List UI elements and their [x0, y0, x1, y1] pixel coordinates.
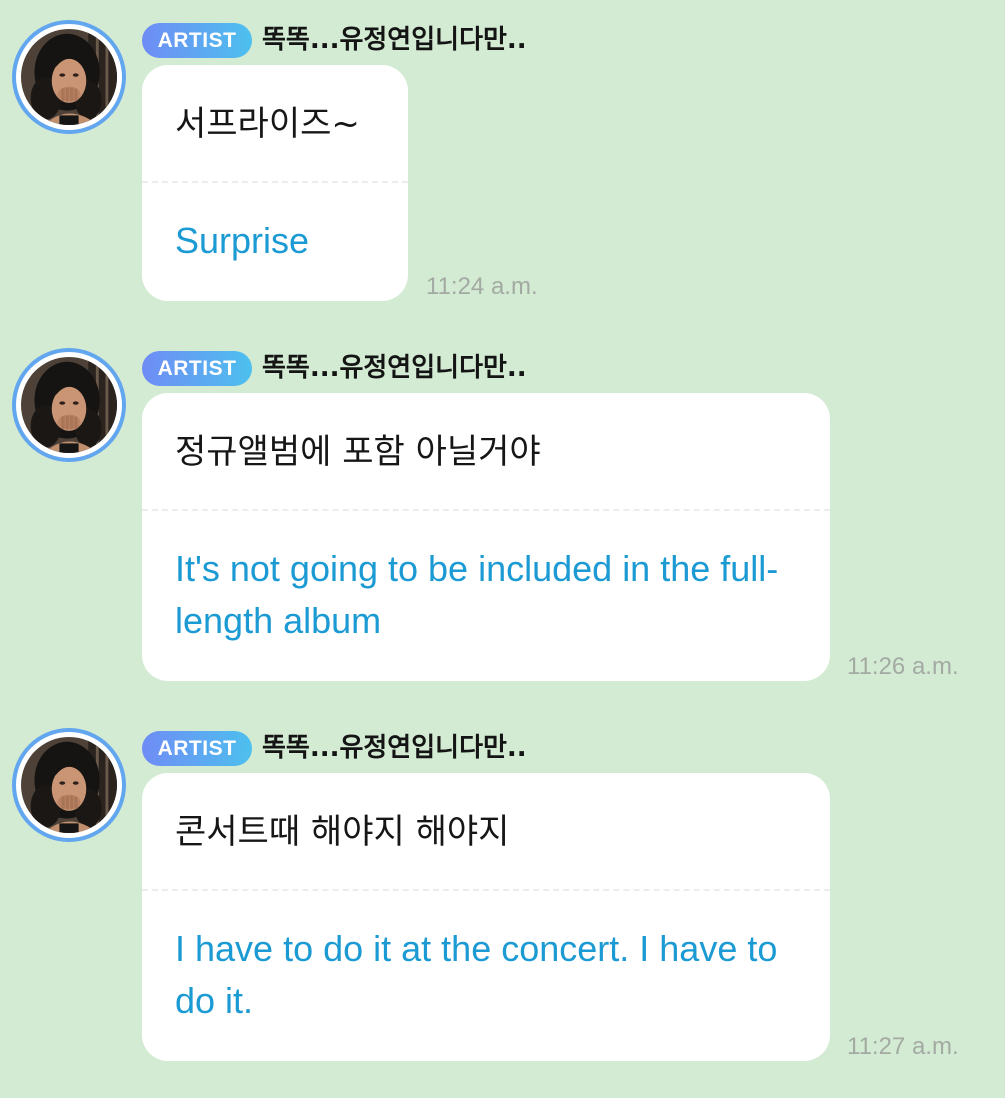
message-timestamp: 11:26 a.m.: [847, 653, 959, 680]
message-timestamp: 11:27 a.m.: [847, 1033, 959, 1060]
original-text: 콘서트때 해야지 해야지: [175, 812, 510, 852]
translated-text: It's not going to be included in the ful…: [175, 548, 779, 641]
artist-badge: ARTIST: [142, 351, 252, 386]
message-timestamp: 11:24 a.m.: [426, 273, 538, 300]
translated-text: I have to do it at the concert. I have t…: [175, 928, 778, 1021]
artist-avatar[interactable]: [12, 728, 126, 842]
translation-divider: [142, 509, 830, 511]
sender-name: 똑똑...유정연입니다만..: [262, 353, 527, 383]
artist-badge: ARTIST: [142, 731, 252, 766]
artist-badge: ARTIST: [142, 23, 252, 58]
translated-text: Surprise: [175, 220, 310, 261]
artist-avatar[interactable]: [12, 20, 126, 134]
message-bubble[interactable]: 정규앨범에 포함 아닐거야 It's not going to be inclu…: [142, 393, 830, 681]
avatar-photo: [21, 737, 117, 833]
message-bubble[interactable]: 서프라이즈~ Surprise: [142, 65, 408, 301]
artist-avatar[interactable]: [12, 348, 126, 462]
translation-divider: [142, 181, 408, 183]
sender-name: 똑똑...유정연입니다만..: [262, 733, 527, 763]
original-text: 정규앨범에 포함 아닐거야: [175, 432, 541, 472]
translation-divider: [142, 889, 830, 891]
message-bubble[interactable]: 콘서트때 해야지 해야지 I have to do it at the conc…: [142, 773, 830, 1061]
avatar-photo: [21, 357, 117, 453]
avatar-photo: [21, 29, 117, 125]
original-text: 서프라이즈~: [175, 104, 360, 144]
sender-name: 똑똑...유정연입니다만..: [262, 25, 527, 55]
